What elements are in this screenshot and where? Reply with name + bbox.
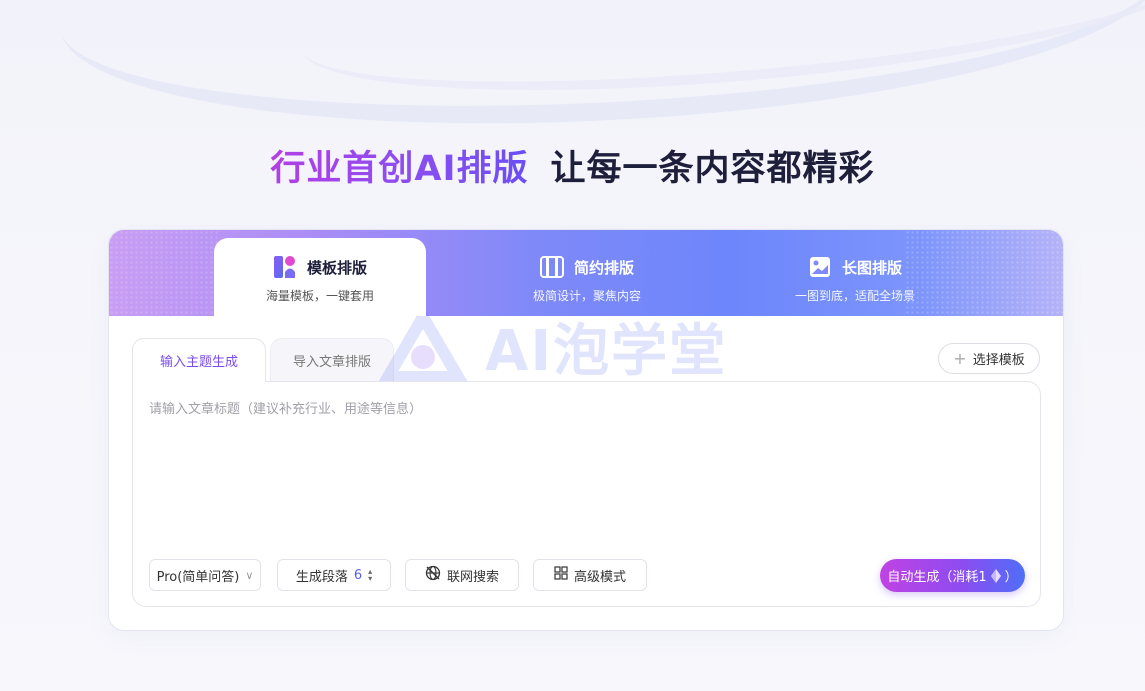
chevron-down-icon: ∨ <box>245 568 254 582</box>
tab-simple-layout[interactable]: 简约排版 极简设计，聚焦内容 <box>481 238 693 316</box>
tab-long-image-layout[interactable]: 长图排版 一图到底，适配全场景 <box>749 238 961 316</box>
auto-generate-button[interactable]: 自动生成（消耗1 ） <box>880 559 1025 592</box>
generate-label-suffix: ） <box>1004 570 1018 585</box>
tab-input-topic[interactable]: 输入主题生成 <box>132 338 266 382</box>
grid-icon <box>554 566 568 584</box>
page-headline: 行业首创AI排版 让每一条内容都精彩 <box>0 140 1145 191</box>
select-template-label: 选择模板 <box>972 353 1025 368</box>
tab-subtitle: 极简设计，聚焦内容 <box>532 289 641 303</box>
paragraph-count-stepper[interactable]: 生成段落 6 ▴ ▾ <box>277 559 391 591</box>
stepper-arrows-icon[interactable]: ▴ ▾ <box>368 568 372 583</box>
topic-input[interactable] <box>149 398 1019 548</box>
long-image-icon <box>808 255 832 279</box>
globe-off-icon <box>425 565 441 585</box>
tab-title: 模板排版 <box>306 258 367 277</box>
columns-icon <box>539 255 564 279</box>
model-select-value: Pro(简单问答) <box>156 569 240 585</box>
tab-subtitle: 海量模板，一键套用 <box>265 289 374 303</box>
headline-highlight: 行业首创AI排版 <box>270 149 529 189</box>
generate-label: 自动生成（消耗1 <box>887 570 987 585</box>
web-search-label: 联网搜索 <box>446 569 499 585</box>
web-search-toggle[interactable]: 联网搜索 <box>405 559 519 591</box>
tab-import-article[interactable]: 导入文章排版 <box>270 338 394 382</box>
plus-icon: + <box>953 349 967 368</box>
advanced-label: 高级模式 <box>573 569 626 585</box>
tab-title: 长图排版 <box>841 258 902 277</box>
tab-subtitle: 一图到底，适配全场景 <box>794 289 915 303</box>
tab-title: 简约排版 <box>573 258 634 277</box>
select-template-button[interactable]: + 选择模板 <box>938 343 1040 374</box>
tab-template-layout[interactable]: 模板排版 海量模板，一键套用 <box>214 238 426 316</box>
topic-editor: Pro(简单问答) ∨ 生成段落 6 ▴▾ 联网搜索 高级模式 <box>132 381 1041 607</box>
template-icon <box>273 255 297 279</box>
paragraph-count: 6 <box>353 567 363 583</box>
headline-rest: 让每一条内容都精彩 <box>550 149 875 189</box>
advanced-mode-button[interactable]: 高级模式 <box>533 559 647 591</box>
paragraph-label: 生成段落 <box>295 569 348 585</box>
diamond-icon <box>990 568 1001 583</box>
model-select[interactable]: Pro(简单问答) ∨ <box>149 559 261 591</box>
